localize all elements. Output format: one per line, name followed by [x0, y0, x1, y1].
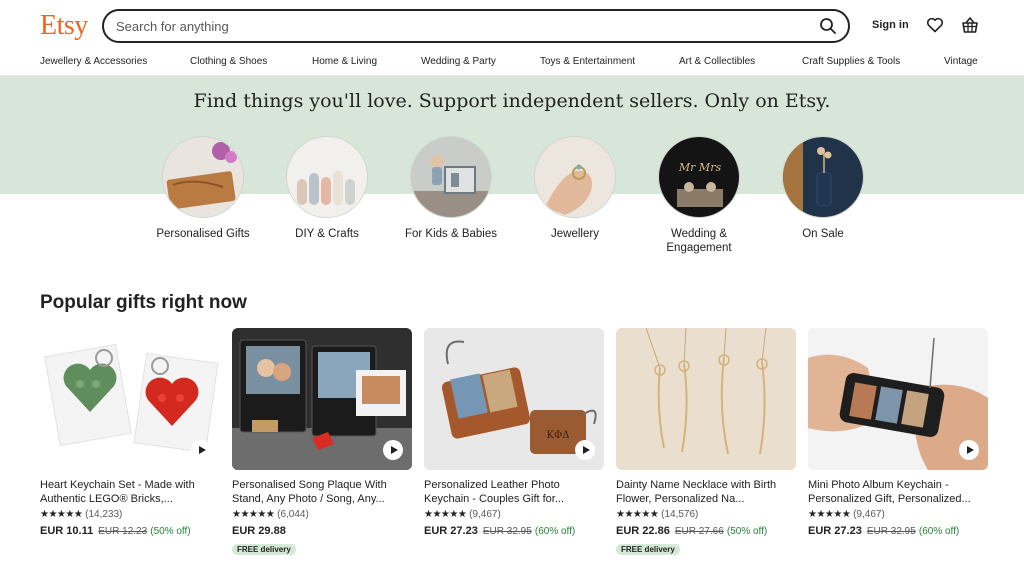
product-title[interactable]: Mini Photo Album Keychain - Personalized… — [808, 478, 988, 506]
search-icon[interactable] — [818, 16, 838, 36]
free-delivery-badge: FREE delivery — [232, 544, 296, 555]
product-price: EUR 10.11 EUR 12.23 (50% off) — [40, 525, 220, 539]
nav-item-clothing[interactable]: Clothing & Shoes — [190, 56, 267, 67]
category-label: For Kids & Babies — [404, 228, 498, 240]
category-wedding-engagement[interactable]: Mr Mrs Wedding & Engagement — [639, 136, 759, 255]
category-label: Wedding & Engagement — [666, 228, 732, 254]
original-price: EUR 32.95 — [482, 526, 532, 537]
heart-icon[interactable] — [926, 16, 944, 34]
category-personalised-gifts[interactable]: Personalised Gifts — [143, 136, 263, 241]
nav-item-craft-supplies[interactable]: Craft Supplies & Tools — [802, 56, 900, 67]
category-label: On Sale — [802, 228, 844, 240]
product-price: EUR 27.23 EUR 32.95 (60% off) — [808, 525, 988, 539]
current-price: EUR 27.23 — [808, 525, 862, 537]
product-rating: ★★★★★ (14,576) — [616, 509, 796, 522]
nav-item-home-living[interactable]: Home & Living — [312, 56, 377, 67]
product-price: EUR 27.23 EUR 32.95 (60% off) — [424, 525, 604, 539]
review-count: (14,576) — [661, 509, 699, 520]
category-image: Mr Mrs — [658, 136, 740, 218]
star-rating-icon: ★★★★★ — [40, 509, 83, 520]
sign-in-link[interactable]: Sign in — [872, 19, 909, 31]
product-card[interactable]: Personalised Song Plaque With Stand, Any… — [232, 328, 412, 557]
product-rating: ★★★★★ (14,233) — [40, 509, 220, 522]
nav-item-wedding-party[interactable]: Wedding & Party — [421, 56, 496, 67]
search-input[interactable] — [116, 17, 796, 35]
product-price: EUR 29.88 — [232, 525, 412, 539]
current-price: EUR 22.86 — [616, 525, 670, 537]
nav-item-toys[interactable]: Toys & Entertainment — [540, 56, 635, 67]
play-video-icon[interactable] — [191, 440, 211, 460]
review-count: (6,044) — [277, 509, 309, 520]
product-title[interactable]: Personalised Song Plaque With Stand, Any… — [232, 478, 412, 506]
review-count: (14,233) — [85, 509, 123, 520]
discount: (50% off) — [150, 526, 191, 537]
category-label: Jewellery — [551, 228, 599, 240]
svg-text:KΦΔ: KΦΔ — [547, 430, 570, 441]
review-count: (9,467) — [469, 509, 501, 520]
nav-item-art[interactable]: Art & Collectibles — [679, 56, 755, 67]
star-rating-icon: ★★★★★ — [616, 509, 659, 520]
search-bar — [102, 9, 850, 43]
hero-tagline: Find things you'll love. Support indepen… — [193, 90, 831, 112]
category-label: DIY & Crafts — [295, 228, 359, 240]
product-rating: ★★★★★ (9,467) — [424, 509, 604, 522]
product-card[interactable]: Heart Keychain Set - Made with Authentic… — [40, 328, 220, 539]
category-image — [286, 136, 368, 218]
free-delivery-badge: FREE delivery — [616, 544, 680, 555]
product-title[interactable]: Heart Keychain Set - Made with Authentic… — [40, 478, 220, 506]
play-video-icon[interactable] — [575, 440, 595, 460]
original-price: EUR 27.66 — [674, 526, 724, 537]
product-price: EUR 22.86 EUR 27.66 (50% off) — [616, 525, 796, 539]
play-video-icon[interactable] — [959, 440, 979, 460]
product-image — [40, 328, 220, 470]
category-kids-babies[interactable]: For Kids & Babies — [391, 136, 511, 241]
star-rating-icon: ★★★★★ — [232, 509, 275, 520]
original-price: EUR 12.23 — [98, 526, 148, 537]
original-price: EUR 32.95 — [866, 526, 916, 537]
nav-item-jewellery[interactable]: Jewellery & Accessories — [40, 56, 147, 67]
play-video-icon[interactable] — [383, 440, 403, 460]
header: Etsy Sign in — [0, 0, 1024, 50]
discount: (60% off) — [534, 526, 576, 537]
discount: (60% off) — [918, 526, 960, 537]
product-rating: ★★★★★ (6,044) — [232, 509, 412, 522]
discount: (50% off) — [726, 526, 768, 537]
etsy-logo[interactable]: Etsy — [40, 10, 88, 42]
current-price: EUR 29.88 — [232, 525, 286, 537]
product-rating: ★★★★★ (9,467) — [808, 509, 988, 522]
category-nav: Jewellery & Accessories Clothing & Shoes… — [0, 50, 1024, 76]
category-image — [534, 136, 616, 218]
star-rating-icon: ★★★★★ — [808, 509, 851, 520]
basket-icon[interactable] — [960, 15, 980, 35]
category-on-sale[interactable]: On Sale — [763, 136, 883, 241]
category-image — [410, 136, 492, 218]
category-jewellery[interactable]: Jewellery — [515, 136, 635, 241]
category-image — [782, 136, 864, 218]
product-title[interactable]: Dainty Name Necklace with Birth Flower, … — [616, 478, 796, 506]
product-card[interactable]: Mini Photo Album Keychain - Personalized… — [808, 328, 988, 539]
category-label: Personalised Gifts — [156, 228, 250, 240]
product-title[interactable]: Personalized Leather Photo Keychain - Co… — [424, 478, 604, 506]
current-price: EUR 27.23 — [424, 525, 478, 537]
product-image — [232, 328, 412, 470]
category-diy-crafts[interactable]: DIY & Crafts — [267, 136, 387, 241]
product-image — [616, 328, 796, 470]
star-rating-icon: ★★★★★ — [424, 509, 467, 520]
section-title: Popular gifts right now — [40, 292, 247, 313]
svg-text:Mr Mrs: Mr Mrs — [678, 161, 722, 174]
product-image: KΦΔ — [424, 328, 604, 470]
current-price: EUR 10.11 — [40, 525, 94, 537]
review-count: (9,467) — [853, 509, 885, 520]
category-image — [162, 136, 244, 218]
product-card[interactable]: KΦΔ Personalized Leather Photo Keychain … — [424, 328, 604, 539]
product-image — [808, 328, 988, 470]
product-card[interactable]: Dainty Name Necklace with Birth Flower, … — [616, 328, 796, 557]
nav-item-vintage[interactable]: Vintage — [944, 56, 978, 67]
